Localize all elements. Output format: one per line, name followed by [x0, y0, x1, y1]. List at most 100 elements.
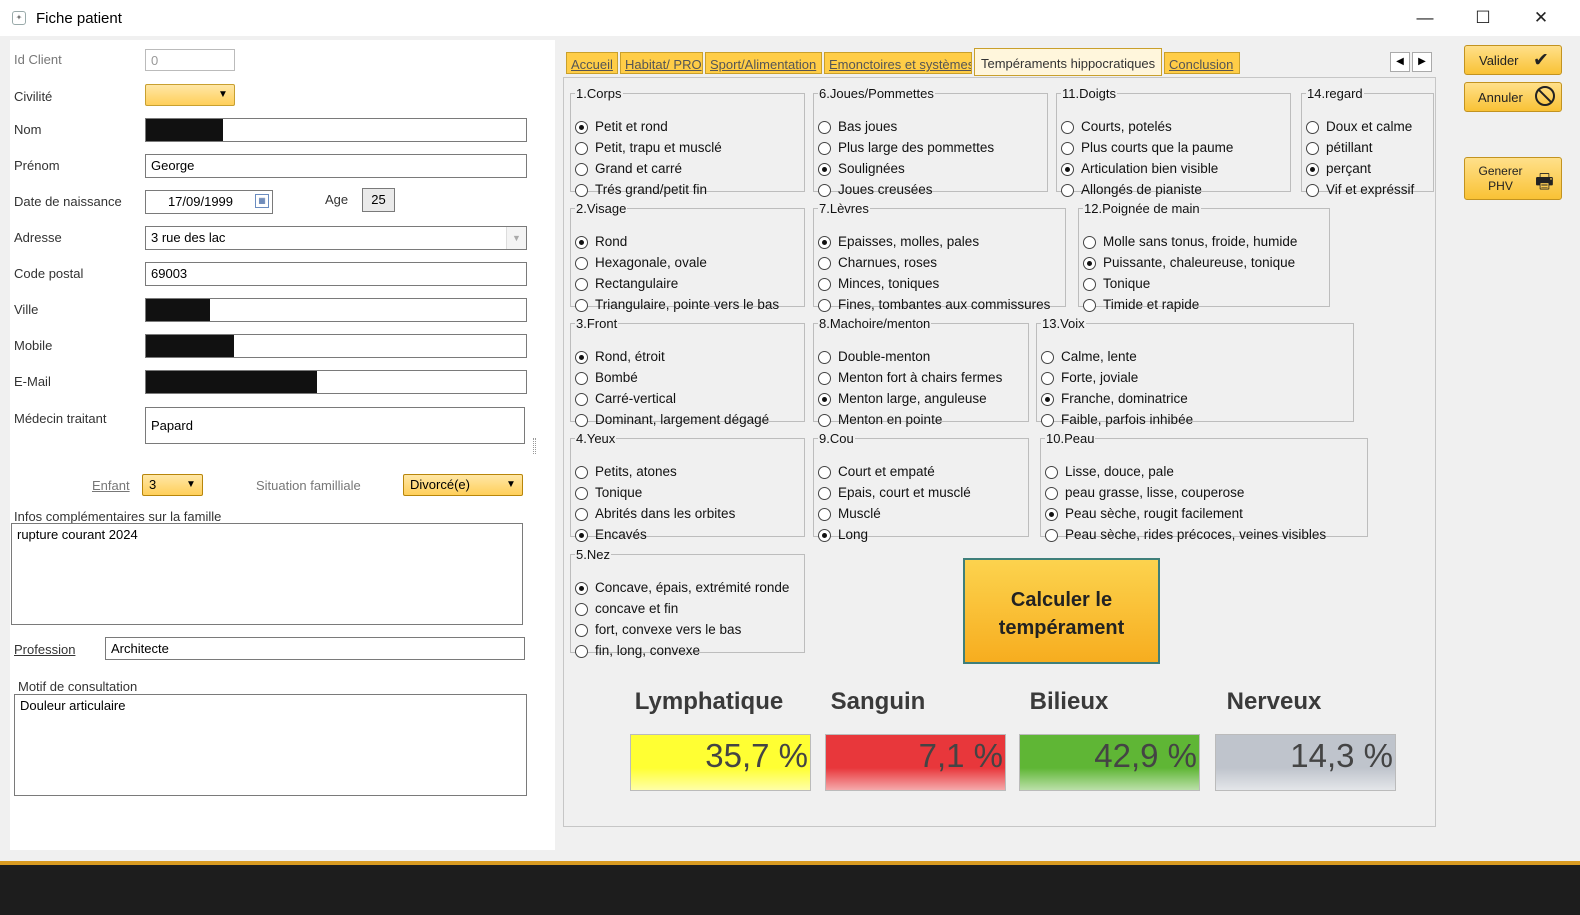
radio-button[interactable]	[575, 184, 588, 197]
radio-button[interactable]	[818, 163, 831, 176]
radio-button[interactable]	[1306, 121, 1319, 134]
id-client-field[interactable]: 0	[145, 49, 235, 71]
tab-conclusion[interactable]: Conclusion	[1164, 52, 1240, 74]
minimize-icon[interactable]: —	[1396, 0, 1454, 36]
radio-button[interactable]	[818, 393, 831, 406]
profession-field[interactable]: Architecte	[105, 637, 525, 660]
radio-button[interactable]	[1083, 278, 1096, 291]
radio-button[interactable]	[1045, 508, 1058, 521]
radio-button[interactable]	[575, 393, 588, 406]
ville-label: Ville	[14, 302, 39, 317]
radio-button[interactable]	[818, 299, 831, 312]
radio-button[interactable]	[575, 372, 588, 385]
prenom-field[interactable]: George	[145, 154, 527, 178]
radio-button[interactable]	[1083, 236, 1096, 249]
radio-button[interactable]	[575, 236, 588, 249]
tab-accueil[interactable]: Accueil	[566, 52, 618, 74]
radio-button[interactable]	[575, 508, 588, 521]
tab-temperaments[interactable]: Tempéraments hippocratiques	[974, 48, 1162, 76]
nom-field[interactable]	[145, 118, 527, 142]
chevron-down-icon[interactable]: ▼	[506, 227, 526, 249]
radio-label: Petits, atones	[595, 464, 677, 479]
radio-button[interactable]	[575, 414, 588, 427]
radio-button[interactable]	[818, 142, 831, 155]
radio-button[interactable]	[818, 372, 831, 385]
infos-textarea[interactable]: rupture courant 2024	[11, 523, 523, 625]
radio-label: Minces, toniques	[838, 276, 940, 291]
radio-button[interactable]	[575, 278, 588, 291]
radio-button[interactable]	[575, 142, 588, 155]
maximize-icon[interactable]: ☐	[1454, 0, 1512, 36]
group-legend: 8.Machoire/menton	[819, 316, 931, 331]
cp-field[interactable]: 69003	[145, 262, 527, 286]
radio-button[interactable]	[575, 645, 588, 658]
radio-button[interactable]	[1306, 163, 1319, 176]
radio-button[interactable]	[575, 603, 588, 616]
radio-button[interactable]	[1041, 393, 1054, 406]
radio-button[interactable]	[1041, 351, 1054, 364]
radio-button[interactable]	[818, 508, 831, 521]
situation-select[interactable]: Divorcé(e) ▼	[403, 474, 523, 496]
radio-button[interactable]	[1041, 372, 1054, 385]
radio-button[interactable]	[1041, 414, 1054, 427]
radio-button[interactable]	[818, 466, 831, 479]
adresse-field[interactable]: 3 rue des lac ▼	[145, 226, 527, 250]
situation-label: Situation familliale	[256, 478, 361, 493]
radio-button[interactable]	[575, 121, 588, 134]
group-legend: 7.Lèvres	[819, 201, 869, 216]
radio-button[interactable]	[818, 236, 831, 249]
radio-button[interactable]	[575, 351, 588, 364]
tab-habitat[interactable]: Habitat/ PRO	[620, 52, 703, 74]
radio-button[interactable]	[1083, 257, 1096, 270]
radio-button[interactable]	[1083, 299, 1096, 312]
radio-button[interactable]	[1306, 184, 1319, 197]
radio-button[interactable]	[575, 582, 588, 595]
radio-button[interactable]	[1045, 466, 1058, 479]
close-icon[interactable]: ✕	[1512, 0, 1570, 36]
valider-button[interactable]: Valider ✔	[1464, 45, 1562, 75]
radio-button[interactable]	[818, 351, 831, 364]
tab-emonctoires[interactable]: Emonctoires et systèmes	[824, 52, 972, 74]
ville-field[interactable]	[145, 298, 527, 322]
radio-button[interactable]	[1045, 487, 1058, 500]
radio-button[interactable]	[818, 121, 831, 134]
annuler-button[interactable]: Annuler	[1464, 82, 1562, 112]
resize-grip[interactable]	[533, 438, 536, 454]
radio-button[interactable]	[818, 257, 831, 270]
tab-scroll-right-icon[interactable]: ▶	[1412, 52, 1432, 72]
radio-button[interactable]	[575, 487, 588, 500]
medecin-field[interactable]: Papard	[145, 407, 525, 444]
radio-button[interactable]	[1061, 163, 1074, 176]
radio-label: Bombé	[595, 370, 638, 385]
radio-button[interactable]	[818, 414, 831, 427]
motif-textarea[interactable]: Douleur articulaire	[14, 694, 527, 796]
email-field[interactable]	[145, 370, 527, 394]
radio-button[interactable]	[575, 257, 588, 270]
radio-button[interactable]	[818, 184, 831, 197]
civilite-select[interactable]: ▼	[145, 84, 235, 106]
generer-phv-button[interactable]: Generer PHV 🖶	[1464, 157, 1562, 200]
radio-button[interactable]	[818, 487, 831, 500]
radio-button[interactable]	[1306, 142, 1319, 155]
radio-button[interactable]	[1061, 142, 1074, 155]
enfant-select[interactable]: 3 ▼	[142, 474, 203, 496]
radio-button[interactable]	[818, 529, 831, 542]
radio-label: peau grasse, lisse, couperose	[1065, 485, 1245, 500]
mobile-field[interactable]	[145, 334, 527, 358]
dob-field[interactable]: 17/09/1999 ▦	[145, 190, 273, 214]
radio-label: Lisse, douce, pale	[1065, 464, 1174, 479]
radio-label: Calme, lente	[1061, 349, 1137, 364]
tab-sport[interactable]: Sport/Alimentation	[705, 52, 822, 74]
radio-button[interactable]	[575, 529, 588, 542]
radio-button[interactable]	[575, 299, 588, 312]
radio-button[interactable]	[1061, 121, 1074, 134]
calculer-button[interactable]: Calculer le tempérament	[963, 558, 1160, 664]
radio-button[interactable]	[575, 624, 588, 637]
radio-button[interactable]	[575, 466, 588, 479]
radio-button[interactable]	[1061, 184, 1074, 197]
radio-button[interactable]	[1045, 529, 1058, 542]
radio-button[interactable]	[575, 163, 588, 176]
calendar-icon[interactable]: ▦	[255, 194, 269, 208]
tab-scroll-left-icon[interactable]: ◀	[1390, 52, 1410, 72]
radio-button[interactable]	[818, 278, 831, 291]
